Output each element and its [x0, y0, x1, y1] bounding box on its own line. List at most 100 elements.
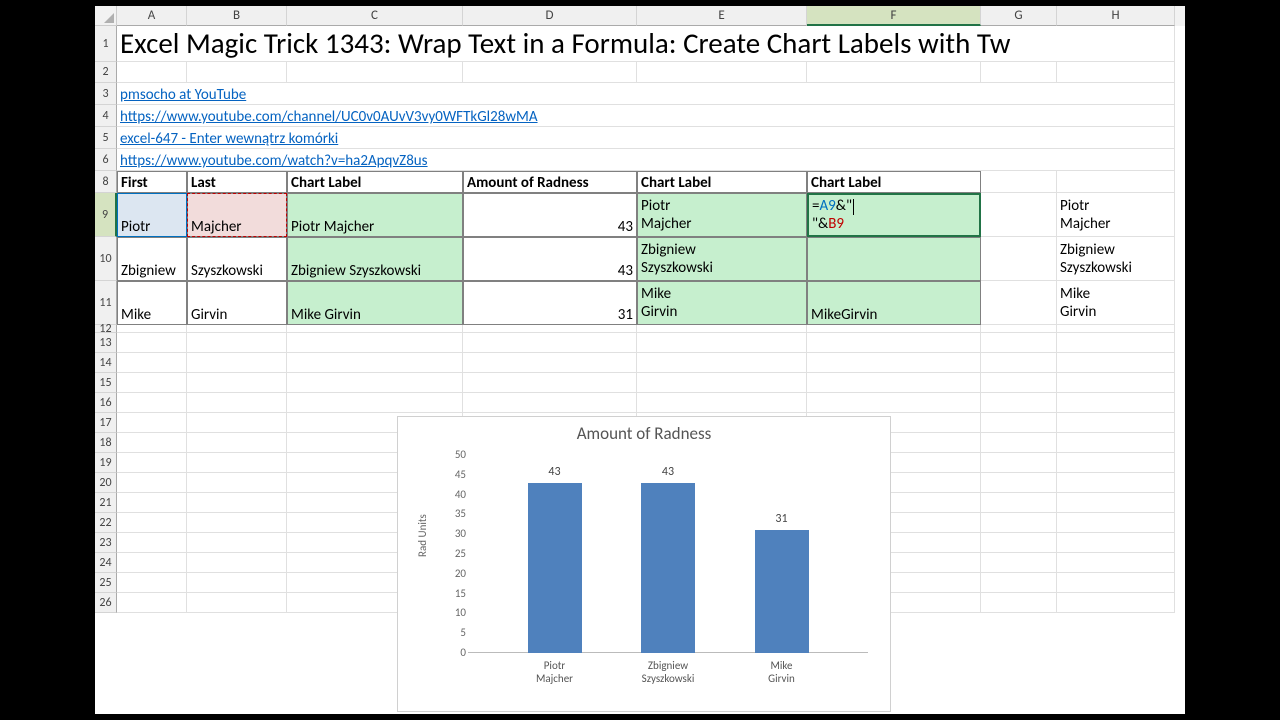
row-header-16[interactable]: 16	[95, 393, 117, 413]
cell-hlabel-11[interactable]: MikeGirvin	[1057, 281, 1175, 325]
cell-25-G[interactable]	[981, 573, 1057, 593]
cell-chartlabel-9[interactable]: Piotr Majcher	[287, 193, 463, 237]
cell-25-A[interactable]	[117, 573, 187, 593]
cell-23-B[interactable]	[187, 533, 287, 553]
cell-25-B[interactable]	[187, 573, 287, 593]
cell-2-E[interactable]	[637, 62, 807, 83]
row-header-5[interactable]: 5	[95, 127, 117, 149]
cell-g-9[interactable]	[981, 193, 1057, 237]
link-cell-4[interactable]: https://www.youtube.com/channel/UC0v0AUv…	[117, 105, 1175, 127]
row-header-21[interactable]: 21	[95, 493, 117, 513]
cell-2-B[interactable]	[187, 62, 287, 83]
cell-13-A[interactable]	[117, 333, 187, 353]
cell-hlabel-10[interactable]: ZbigniewSzyszkowski	[1057, 237, 1175, 281]
cell-16-E[interactable]	[637, 393, 807, 413]
cell-24-G[interactable]	[981, 553, 1057, 573]
header-cell-E[interactable]: Chart Label	[637, 171, 807, 193]
header-cell-A[interactable]: First	[117, 171, 187, 193]
header-cell-B[interactable]: Last	[187, 171, 287, 193]
cell-24-A[interactable]	[117, 553, 187, 573]
cell-23-H[interactable]	[1057, 533, 1175, 553]
row-header-15[interactable]: 15	[95, 373, 117, 393]
cell-2-A[interactable]	[117, 62, 187, 83]
cell-last-10[interactable]: Szyszkowski	[187, 237, 287, 281]
cell-flabel-11[interactable]: MikeGirvin	[807, 281, 981, 325]
cell-22-H[interactable]	[1057, 513, 1175, 533]
column-header-C[interactable]: C	[287, 6, 463, 26]
cell-14-B[interactable]	[187, 353, 287, 373]
cell-24-B[interactable]	[187, 553, 287, 573]
cell-16-G[interactable]	[981, 393, 1057, 413]
cell-14-G[interactable]	[981, 353, 1057, 373]
cell-amount-11[interactable]: 31	[463, 281, 637, 325]
row-header-14[interactable]: 14	[95, 353, 117, 373]
column-header-H[interactable]: H	[1057, 6, 1175, 26]
cell-15-H[interactable]	[1057, 373, 1175, 393]
cell-24-H[interactable]	[1057, 553, 1175, 573]
cell-amount-9[interactable]: 43	[463, 193, 637, 237]
cell-2-F[interactable]	[807, 62, 981, 83]
cell-first-9[interactable]: Piotr	[117, 193, 187, 237]
header-cell-F[interactable]: Chart Label	[807, 171, 981, 193]
row-header-17[interactable]: 17	[95, 413, 117, 433]
row-header-1[interactable]: 1	[95, 26, 117, 62]
cell-26-G[interactable]	[981, 593, 1057, 613]
row-header-9[interactable]: 9	[95, 193, 117, 237]
cell-19-G[interactable]	[981, 453, 1057, 473]
cell-23-A[interactable]	[117, 533, 187, 553]
row-header-6[interactable]: 6	[95, 149, 117, 171]
cell-15-B[interactable]	[187, 373, 287, 393]
cell-26-B[interactable]	[187, 593, 287, 613]
cell-last-11[interactable]: Girvin	[187, 281, 287, 325]
cell-flabel-10[interactable]	[807, 237, 981, 281]
cell-20-G[interactable]	[981, 473, 1057, 493]
row-header-2[interactable]: 2	[95, 62, 117, 83]
cell-22-G[interactable]	[981, 513, 1057, 533]
cell-13-F[interactable]	[807, 333, 981, 353]
cell-16-A[interactable]	[117, 393, 187, 413]
cell-18-G[interactable]	[981, 433, 1057, 453]
chart-bar[interactable]	[755, 530, 809, 653]
cell-14-E[interactable]	[637, 353, 807, 373]
cell-amount-10[interactable]: 43	[463, 237, 637, 281]
cell-23-G[interactable]	[981, 533, 1057, 553]
cell-first-10[interactable]: Zbigniew	[117, 237, 187, 281]
cell-21-B[interactable]	[187, 493, 287, 513]
row-header-23[interactable]: 23	[95, 533, 117, 553]
row-header-18[interactable]: 18	[95, 433, 117, 453]
link-cell-5[interactable]: excel-647 - Enter wewnątrz komórki	[117, 127, 1175, 149]
cell-16-B[interactable]	[187, 393, 287, 413]
cell-chartlabel-10[interactable]: Zbigniew Szyszkowski	[287, 237, 463, 281]
cell-12-C[interactable]	[287, 325, 463, 333]
cell-20-A[interactable]	[117, 473, 187, 493]
column-header-D[interactable]: D	[463, 6, 637, 26]
cell-12-B[interactable]	[187, 325, 287, 333]
chart-bar[interactable]	[641, 483, 695, 653]
cell-26-H[interactable]	[1057, 593, 1175, 613]
cell-15-C[interactable]	[287, 373, 463, 393]
column-header-B[interactable]: B	[187, 6, 287, 26]
cell-13-D[interactable]	[463, 333, 637, 353]
row-header-11[interactable]: 11	[95, 281, 117, 325]
cell-14-H[interactable]	[1057, 353, 1175, 373]
cell-14-F[interactable]	[807, 353, 981, 373]
cell-12-H[interactable]	[1057, 325, 1175, 333]
row-header-8[interactable]: 8	[95, 171, 117, 193]
cell-2-H[interactable]	[1057, 62, 1175, 83]
cell-17-A[interactable]	[117, 413, 187, 433]
cell-13-B[interactable]	[187, 333, 287, 353]
cell-13-E[interactable]	[637, 333, 807, 353]
cell-16-F[interactable]	[807, 393, 981, 413]
hyperlink[interactable]: pmsocho at YouTube	[120, 86, 246, 104]
cell-g-11[interactable]	[981, 281, 1057, 325]
row-header-13[interactable]: 13	[95, 333, 117, 353]
row-header-19[interactable]: 19	[95, 453, 117, 473]
row-header-3[interactable]: 3	[95, 83, 117, 105]
row-header-22[interactable]: 22	[95, 513, 117, 533]
cell-16-C[interactable]	[287, 393, 463, 413]
cell-elabel-11[interactable]: MikeGirvin	[637, 281, 807, 325]
column-header-G[interactable]: G	[981, 6, 1057, 26]
chart-bar[interactable]	[528, 483, 582, 653]
hyperlink[interactable]: https://www.youtube.com/watch?v=ha2ApqvZ…	[120, 152, 428, 170]
row-header-4[interactable]: 4	[95, 105, 117, 127]
